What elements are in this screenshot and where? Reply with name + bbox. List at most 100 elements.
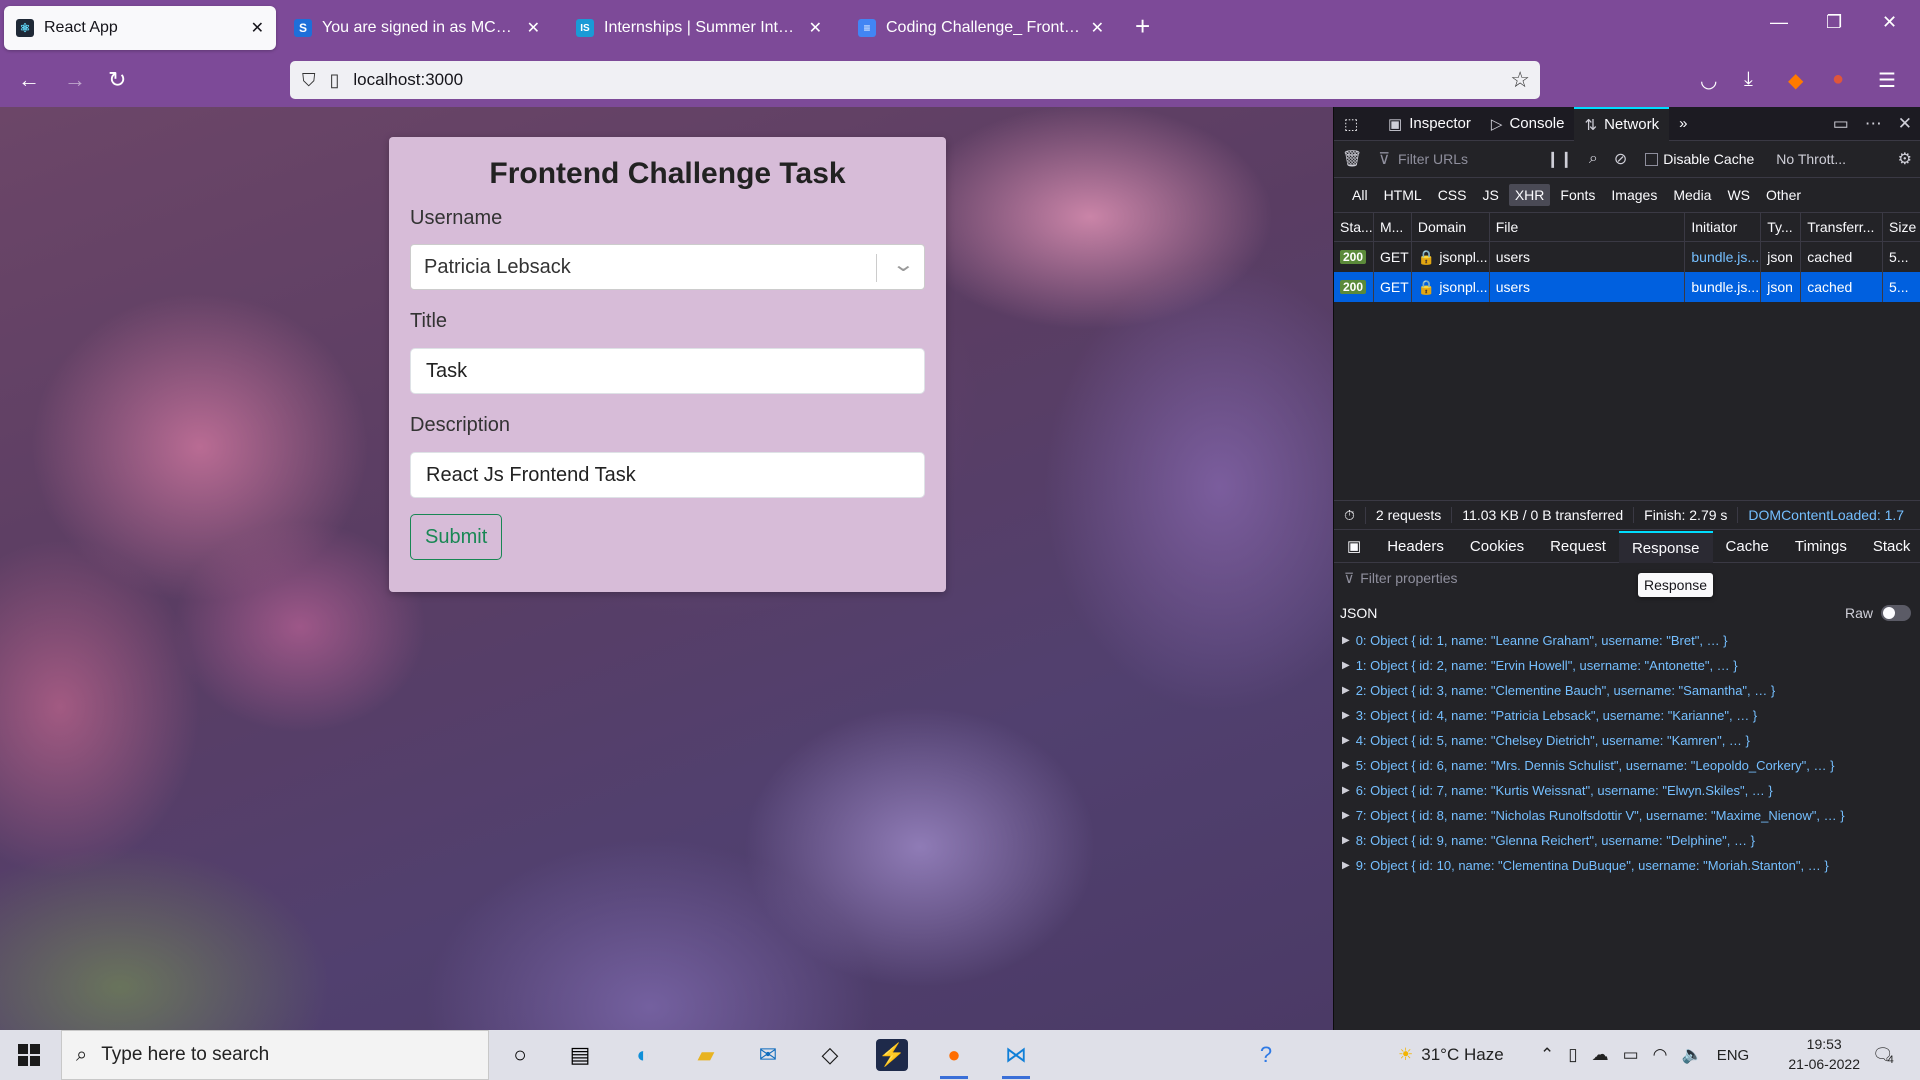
tab-internships[interactable]: IS Internships | Summer Internship ✕ xyxy=(564,6,834,50)
expand-triangle-icon[interactable]: ▶ xyxy=(1342,860,1350,871)
vscode-icon[interactable]: ⋈ xyxy=(1000,1039,1032,1079)
json-row[interactable]: ▶ 0: Object { id: 1, name: "Leanne Graham… xyxy=(1334,628,1920,653)
tab-network[interactable]: ⇅ Network xyxy=(1574,106,1670,141)
close-tab-icon[interactable]: ✕ xyxy=(809,18,822,38)
type-filter-other[interactable]: Other xyxy=(1760,184,1807,206)
type-filter-fonts[interactable]: Fonts xyxy=(1554,184,1601,206)
chevron-down-icon[interactable]: ⌄ xyxy=(892,252,915,277)
type-filter-css[interactable]: CSS xyxy=(1432,184,1473,206)
terminal-app-icon[interactable]: ⚡ xyxy=(876,1039,908,1071)
tab-timings[interactable]: Timings xyxy=(1782,531,1860,563)
throttle-select[interactable]: No Thrott... xyxy=(1776,151,1846,167)
taskbar-search-box[interactable]: ⌕ Type here to search xyxy=(61,1030,489,1080)
json-row[interactable]: ▶ 5: Object { id: 6, name: "Mrs. Dennis S… xyxy=(1334,753,1920,778)
type-filter-media[interactable]: Media xyxy=(1667,184,1717,206)
chevron-up-icon[interactable]: ⌃ xyxy=(1540,1045,1554,1065)
col-size[interactable]: Size xyxy=(1883,213,1920,241)
page-info-icon[interactable]: ▯ xyxy=(330,70,340,91)
type-filter-xhr[interactable]: XHR xyxy=(1508,184,1551,206)
element-picker-icon[interactable]: ⬚ xyxy=(1334,107,1378,141)
json-row[interactable]: ▶ 2: Object { id: 3, name: "Clementine Ba… xyxy=(1334,678,1920,703)
disable-cache-checkbox[interactable]: Disable Cache xyxy=(1645,151,1754,167)
file-explorer-icon[interactable]: ▰ xyxy=(690,1039,722,1071)
back-arrow-icon[interactable]: ← xyxy=(18,66,40,94)
col-initiator[interactable]: Initiator xyxy=(1685,213,1762,241)
clock[interactable]: 19:53 21-06-2022 xyxy=(1788,1034,1860,1074)
initiator-cell[interactable]: bundle.js... xyxy=(1685,242,1762,272)
more-tabs-chevron-icon[interactable]: » xyxy=(1669,107,1697,141)
json-row[interactable]: ▶ 1: Object { id: 2, name: "Ervin Howell"… xyxy=(1334,653,1920,678)
cloud-icon[interactable]: ☁ xyxy=(1592,1045,1609,1065)
tab-console[interactable]: ▷ Console xyxy=(1481,107,1575,141)
json-row[interactable]: ▶ 3: Object { id: 4, name: "Patricia Lebs… xyxy=(1334,703,1920,728)
tab-signed-in[interactable]: S You are signed in as MCA20211 ✕ xyxy=(282,6,552,50)
pocket-icon[interactable]: ◡ xyxy=(1700,68,1717,93)
col-status[interactable]: Sta... xyxy=(1334,213,1374,241)
device-icon[interactable]: ▯ xyxy=(1568,1045,1577,1065)
tab-request[interactable]: Request xyxy=(1537,531,1619,563)
type-filter-all[interactable]: All xyxy=(1346,184,1374,206)
json-row[interactable]: ▶ 9: Object { id: 10, name: "Clementina D… xyxy=(1334,853,1920,878)
col-domain[interactable]: Domain xyxy=(1412,213,1490,241)
notifications-icon[interactable]: 🗨 4 xyxy=(1872,1030,1894,1080)
address-bar[interactable]: ⛉ ▯ localhost:3000 ☆ xyxy=(290,61,1540,99)
col-transferred[interactable]: Transferr... xyxy=(1801,213,1884,241)
search-icon[interactable]: ⌕ xyxy=(1589,150,1598,168)
close-tab-icon[interactable]: ✕ xyxy=(1091,18,1104,38)
col-type[interactable]: Ty... xyxy=(1761,213,1802,241)
expand-triangle-icon[interactable]: ▶ xyxy=(1342,835,1350,846)
panel-toggle-icon[interactable]: ▣ xyxy=(1334,531,1374,563)
more-options-icon[interactable]: ⋯ xyxy=(1865,114,1882,134)
tab-response[interactable]: Response xyxy=(1618,530,1713,563)
json-row[interactable]: ▶ 8: Object { id: 9, name: "Glenna Reiche… xyxy=(1334,828,1920,853)
close-tab-icon[interactable]: ✕ xyxy=(527,18,540,38)
tab-stack[interactable]: Stack xyxy=(1860,531,1920,563)
type-filter-js[interactable]: JS xyxy=(1476,184,1504,206)
dropbox-icon[interactable]: ◇ xyxy=(814,1039,846,1071)
task-view-icon[interactable]: ▤ xyxy=(564,1039,596,1071)
extension-avatar-icon[interactable]: ● xyxy=(1832,68,1844,91)
mail-icon[interactable]: ✉ xyxy=(752,1039,784,1071)
raw-toggle-switch[interactable] xyxy=(1881,605,1911,621)
timer-icon[interactable]: ⏱ xyxy=(1334,506,1366,524)
restore-icon[interactable]: ❐ xyxy=(1826,12,1842,33)
type-filter-images[interactable]: Images xyxy=(1605,184,1663,206)
expand-triangle-icon[interactable]: ▶ xyxy=(1342,635,1350,646)
type-filter-html[interactable]: HTML xyxy=(1378,184,1428,206)
username-select[interactable]: Patricia Lebsack ⌄ xyxy=(410,244,925,290)
filter-properties-input[interactable]: ⊽ Filter properties xyxy=(1334,563,1920,593)
url-text[interactable]: localhost:3000 xyxy=(353,70,463,90)
raw-toggle[interactable]: Raw xyxy=(1845,605,1911,621)
shield-icon[interactable]: ⛉ xyxy=(302,70,316,91)
type-filter-ws[interactable]: WS xyxy=(1721,184,1756,206)
expand-triangle-icon[interactable]: ▶ xyxy=(1342,785,1350,796)
table-row[interactable]: 200 GET 🔒 jsonpl... users bundle.js... js… xyxy=(1334,242,1920,272)
tab-cache[interactable]: Cache xyxy=(1713,531,1782,563)
help-icon[interactable]: ? xyxy=(1250,1039,1282,1071)
firefox-icon[interactable]: ● xyxy=(938,1039,970,1079)
weather-widget[interactable]: ☀ 31°C Haze xyxy=(1398,1030,1504,1080)
expand-triangle-icon[interactable]: ▶ xyxy=(1342,810,1350,821)
bookmark-star-icon[interactable]: ☆ xyxy=(1510,67,1530,93)
expand-triangle-icon[interactable]: ▶ xyxy=(1342,735,1350,746)
trash-icon[interactable]: 🗑 xyxy=(1342,149,1362,169)
new-tab-plus-icon[interactable]: + xyxy=(1135,12,1150,40)
tab-inspector[interactable]: ▣ Inspector xyxy=(1378,107,1481,141)
gear-icon[interactable]: ⚙ xyxy=(1898,149,1912,169)
block-icon[interactable]: ⊘ xyxy=(1614,149,1627,169)
windows-start-icon[interactable] xyxy=(18,1044,40,1066)
table-row-selected[interactable]: 200 GET 🔒 jsonpl... users bundle.js... js… xyxy=(1334,272,1920,302)
filter-urls-input[interactable]: Filter URLs xyxy=(1398,151,1538,167)
tab-cookies[interactable]: Cookies xyxy=(1457,531,1537,563)
expand-triangle-icon[interactable]: ▶ xyxy=(1342,685,1350,696)
json-row[interactable]: ▶ 6: Object { id: 7, name: "Kurtis Weissn… xyxy=(1334,778,1920,803)
tab-react-app[interactable]: ⚛ React App ✕ xyxy=(4,6,276,50)
expand-triangle-icon[interactable]: ▶ xyxy=(1342,710,1350,721)
reload-icon[interactable]: ↻ xyxy=(108,66,126,94)
close-tab-icon[interactable]: ✕ xyxy=(251,18,264,38)
menu-hamburger-icon[interactable]: ☰ xyxy=(1878,68,1896,93)
downloads-icon[interactable]: ⤓ xyxy=(1744,68,1753,91)
json-row[interactable]: ▶ 7: Object { id: 8, name: "Nicholas Runo… xyxy=(1334,803,1920,828)
col-method[interactable]: M... xyxy=(1374,213,1412,241)
close-devtools-icon[interactable]: ✕ xyxy=(1898,114,1912,134)
